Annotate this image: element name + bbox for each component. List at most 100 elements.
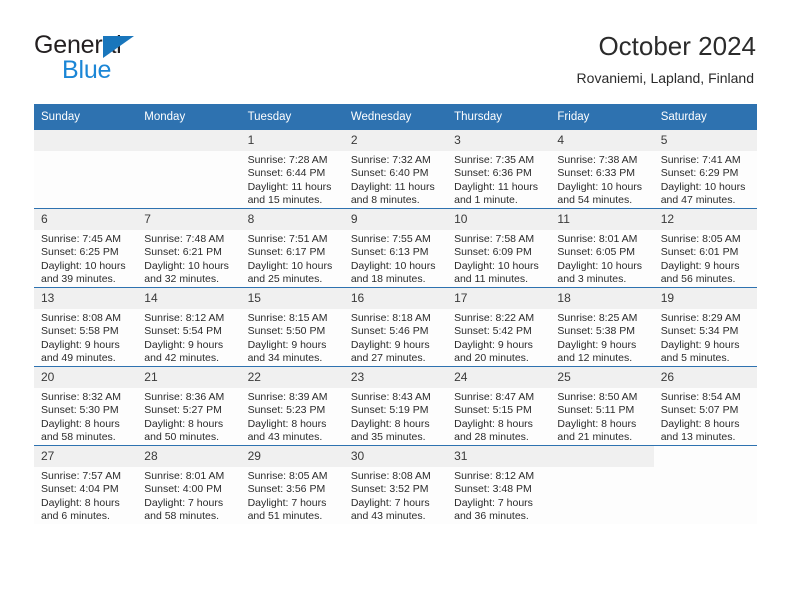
sun-times-detail: Sunrise: 7:41 AM Sunset: 6:29 PM Dayligh… [660, 154, 746, 207]
calendar-day-cell[interactable]: 31 Sunrise: 8:12 AM Sunset: 3:48 PM Dayli… [447, 445, 551, 524]
day-cell-content: 5 Sunrise: 7:41 AM Sunset: 6:29 PM Daylig… [653, 130, 757, 208]
day-number: 31 [447, 446, 551, 467]
day-cell-content: 21 Sunrise: 8:36 AM Sunset: 5:27 PM Dayli… [137, 367, 241, 445]
day-cell-content: 1 Sunrise: 7:28 AM Sunset: 6:44 PM Daylig… [240, 130, 344, 208]
day-cell-content: 13 Sunrise: 8:08 AM Sunset: 5:58 PM Dayli… [34, 288, 138, 366]
calendar-day-cell[interactable]: 23 Sunrise: 8:43 AM Sunset: 5:19 PM Dayli… [343, 366, 448, 446]
calendar-day-cell[interactable]: 12 Sunrise: 8:05 AM Sunset: 6:01 PM Dayli… [653, 208, 757, 288]
weekday-header-tuesday: Tuesday [240, 104, 344, 130]
calendar-day-cell[interactable]: 8 Sunrise: 7:51 AM Sunset: 6:17 PM Daylig… [240, 208, 344, 288]
calendar-day-cell[interactable]: 24 Sunrise: 8:47 AM Sunset: 5:15 PM Dayli… [447, 366, 551, 446]
calendar-day-cell[interactable]: 7 Sunrise: 7:48 AM Sunset: 6:21 PM Daylig… [137, 208, 241, 288]
calendar-day-cell[interactable]: 13 Sunrise: 8:08 AM Sunset: 5:58 PM Dayli… [34, 287, 138, 367]
calendar-grid: Sunday Monday Tuesday Wednesday Thursday Frid… [34, 104, 757, 524]
calendar-day-cell[interactable]: 20 Sunrise: 8:32 AM Sunset: 5:30 PM Dayli… [34, 366, 138, 446]
day-cell-content: 19 Sunrise: 8:29 AM Sunset: 5:34 PM Dayli… [653, 288, 757, 366]
day-number: 17 [447, 288, 551, 309]
sun-times-detail: Sunrise: 8:54 AM Sunset: 5:07 PM Dayligh… [660, 391, 741, 444]
sun-times-detail: Sunrise: 8:08 AM Sunset: 5:58 PM Dayligh… [41, 312, 121, 365]
calendar-week-row: 13 Sunrise: 8:08 AM Sunset: 5:58 PM Dayli… [34, 287, 757, 367]
general-blue-logo[interactable]: General Blue [34, 31, 214, 87]
day-cell-content: 20 Sunrise: 8:32 AM Sunset: 5:30 PM Dayli… [34, 367, 138, 445]
calendar-day-cell[interactable]: 27 Sunrise: 7:57 AM Sunset: 4:04 PM Dayli… [34, 445, 138, 524]
calendar-empty-cell [34, 130, 138, 209]
weekday-header-wednesday: Wednesday [343, 104, 448, 130]
sun-times-detail: Sunrise: 7:58 AM Sunset: 6:09 PM Dayligh… [454, 233, 539, 286]
sun-times-detail: Sunrise: 7:57 AM Sunset: 4:04 PM Dayligh… [41, 470, 121, 523]
day-cell-content: 26 Sunrise: 8:54 AM Sunset: 5:07 PM Dayli… [653, 367, 757, 445]
day-number: 15 [240, 288, 344, 309]
sun-times-detail: Sunrise: 8:43 AM Sunset: 5:19 PM Dayligh… [350, 391, 431, 444]
day-cell-content: 24 Sunrise: 8:47 AM Sunset: 5:15 PM Dayli… [447, 367, 551, 445]
sun-times-detail: Sunrise: 8:25 AM Sunset: 5:38 PM Dayligh… [557, 312, 638, 365]
calendar-day-cell[interactable]: 18 Sunrise: 8:25 AM Sunset: 5:38 PM Dayli… [550, 287, 654, 367]
calendar-day-cell[interactable]: 17 Sunrise: 8:22 AM Sunset: 5:42 PM Dayli… [447, 287, 551, 367]
calendar-day-cell[interactable]: 14 Sunrise: 8:12 AM Sunset: 5:54 PM Dayli… [137, 287, 241, 367]
day-number: 4 [550, 130, 654, 151]
day-cell-content: 10 Sunrise: 7:58 AM Sunset: 6:09 PM Dayli… [447, 209, 551, 287]
day-number: 26 [653, 367, 757, 388]
day-cell-content: 31 Sunrise: 8:12 AM Sunset: 3:48 PM Dayli… [447, 446, 551, 524]
day-cell-content [34, 130, 138, 208]
brand-triangle-icon [103, 36, 134, 58]
sun-times-detail: Sunrise: 8:32 AM Sunset: 5:30 PM Dayligh… [41, 391, 121, 444]
day-number: 2 [343, 130, 448, 151]
sun-times-detail: Sunrise: 7:38 AM Sunset: 6:33 PM Dayligh… [557, 154, 643, 207]
calendar-page: General Blue October 2024 Rovaniemi, Lap… [0, 0, 792, 612]
calendar-day-cell[interactable]: 22 Sunrise: 8:39 AM Sunset: 5:23 PM Dayli… [240, 366, 344, 446]
day-number: 29 [240, 446, 344, 467]
calendar-day-cell[interactable]: 11 Sunrise: 8:01 AM Sunset: 6:05 PM Dayli… [550, 208, 654, 288]
calendar-day-cell[interactable]: 16 Sunrise: 8:18 AM Sunset: 5:46 PM Dayli… [343, 287, 448, 367]
day-cell-content: 16 Sunrise: 8:18 AM Sunset: 5:46 PM Dayli… [343, 288, 448, 366]
calendar-day-cell[interactable]: 1 Sunrise: 7:28 AM Sunset: 6:44 PM Daylig… [240, 130, 344, 209]
calendar-day-cell[interactable]: 5 Sunrise: 7:41 AM Sunset: 6:29 PM Daylig… [653, 130, 757, 209]
day-cell-content: 15 Sunrise: 8:15 AM Sunset: 5:50 PM Dayli… [240, 288, 344, 366]
calendar-day-cell[interactable]: 6 Sunrise: 7:45 AM Sunset: 6:25 PM Daylig… [34, 208, 138, 288]
calendar-day-cell[interactable]: 2 Sunrise: 7:32 AM Sunset: 6:40 PM Daylig… [343, 130, 448, 209]
sun-times-detail: Sunrise: 7:55 AM Sunset: 6:13 PM Dayligh… [350, 233, 436, 286]
day-number: 28 [137, 446, 241, 467]
calendar-day-cell[interactable]: 29 Sunrise: 8:05 AM Sunset: 3:56 PM Dayli… [240, 445, 344, 524]
calendar-day-cell[interactable]: 10 Sunrise: 7:58 AM Sunset: 6:09 PM Dayli… [447, 208, 551, 288]
day-cell-content: 9 Sunrise: 7:55 AM Sunset: 6:13 PM Daylig… [343, 209, 448, 287]
calendar-day-cell[interactable]: 19 Sunrise: 8:29 AM Sunset: 5:34 PM Dayli… [653, 287, 757, 367]
sun-times-detail: Sunrise: 8:36 AM Sunset: 5:27 PM Dayligh… [144, 391, 225, 444]
calendar-day-cell[interactable]: 4 Sunrise: 7:38 AM Sunset: 6:33 PM Daylig… [550, 130, 654, 209]
day-number: 16 [343, 288, 448, 309]
weekday-header-friday: Friday [550, 104, 654, 130]
calendar-day-cell[interactable]: 25 Sunrise: 8:50 AM Sunset: 5:11 PM Dayli… [550, 366, 654, 446]
sun-times-detail: Sunrise: 8:12 AM Sunset: 3:48 PM Dayligh… [454, 470, 535, 523]
day-number: 23 [343, 367, 448, 388]
calendar-day-cell[interactable]: 3 Sunrise: 7:35 AM Sunset: 6:36 PM Daylig… [447, 130, 551, 209]
day-number: 5 [653, 130, 757, 151]
weekday-header-row: Sunday Monday Tuesday Wednesday Thursday Frid… [34, 104, 757, 130]
day-cell-content [654, 446, 757, 524]
day-number: 10 [447, 209, 551, 230]
calendar-day-cell[interactable]: 30 Sunrise: 8:08 AM Sunset: 3:52 PM Dayli… [343, 445, 448, 524]
calendar-header-row: Sunday Monday Tuesday Wednesday Thursday Frid… [34, 104, 757, 130]
sun-times-detail: Sunrise: 8:29 AM Sunset: 5:34 PM Dayligh… [660, 312, 741, 365]
day-cell-content: 11 Sunrise: 8:01 AM Sunset: 6:05 PM Dayli… [550, 209, 654, 287]
sun-times-detail: Sunrise: 7:35 AM Sunset: 6:36 PM Dayligh… [454, 154, 538, 207]
day-cell-content: 18 Sunrise: 8:25 AM Sunset: 5:38 PM Dayli… [550, 288, 654, 366]
calendar-day-cell[interactable]: 21 Sunrise: 8:36 AM Sunset: 5:27 PM Dayli… [137, 366, 241, 446]
sun-times-detail: Sunrise: 7:45 AM Sunset: 6:25 PM Dayligh… [41, 233, 126, 286]
calendar-day-cell[interactable]: 15 Sunrise: 8:15 AM Sunset: 5:50 PM Dayli… [240, 287, 344, 367]
weekday-header-saturday: Saturday [653, 104, 757, 130]
calendar-empty-cell [137, 130, 241, 209]
calendar-week-row: 20 Sunrise: 8:32 AM Sunset: 5:30 PM Dayli… [34, 366, 757, 446]
calendar-empty-cell [653, 445, 757, 524]
day-number: 22 [240, 367, 344, 388]
calendar-day-cell[interactable]: 9 Sunrise: 7:55 AM Sunset: 6:13 PM Daylig… [343, 208, 448, 288]
day-cell-content [137, 130, 241, 208]
day-cell-content: 22 Sunrise: 8:39 AM Sunset: 5:23 PM Dayli… [240, 367, 344, 445]
day-number [550, 446, 654, 467]
day-number: 7 [137, 209, 241, 230]
day-cell-content: 12 Sunrise: 8:05 AM Sunset: 6:01 PM Dayli… [653, 209, 757, 287]
day-cell-content: 28 Sunrise: 8:01 AM Sunset: 4:00 PM Dayli… [137, 446, 241, 524]
calendar-day-cell[interactable]: 26 Sunrise: 8:54 AM Sunset: 5:07 PM Dayli… [653, 366, 757, 446]
weekday-header-monday: Monday [137, 104, 241, 130]
day-number [34, 130, 138, 151]
calendar-day-cell[interactable]: 28 Sunrise: 8:01 AM Sunset: 4:00 PM Dayli… [137, 445, 241, 524]
sun-times-detail: Sunrise: 7:28 AM Sunset: 6:44 PM Dayligh… [247, 154, 332, 207]
